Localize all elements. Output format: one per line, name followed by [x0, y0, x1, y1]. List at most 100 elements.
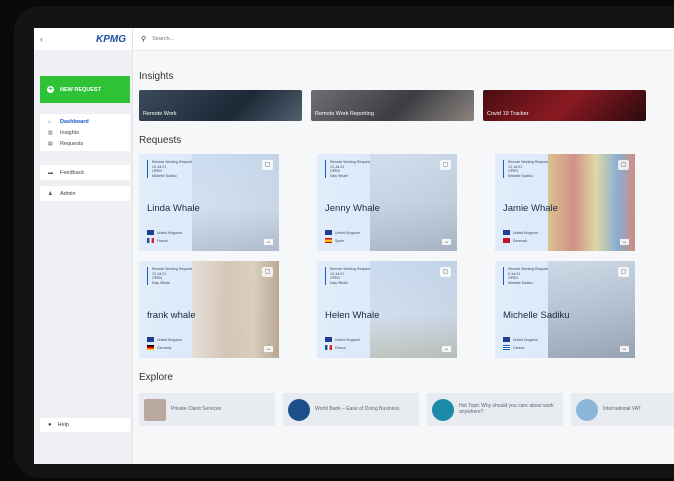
request-name: Jamie Whale [503, 203, 558, 214]
request-card[interactable]: Remote Working Request 13 Jul 21 OPEN Mi… [139, 154, 279, 251]
sidebar-item-label: Insights [60, 129, 79, 136]
destination-label: Greece [513, 345, 525, 350]
request-owner: Katy Whale [152, 280, 170, 285]
sidebar-item-label: Admin [60, 190, 76, 197]
main-nav: ⌂ Dashboard ▥ Insights ▤ Requests [40, 114, 130, 151]
request-name: Linda Whale [147, 203, 200, 214]
request-meta: Remote Working Request 13 Jul 21 OPEN Mi… [503, 160, 548, 179]
origin-country: United Kingdom [147, 230, 182, 235]
globe-icon [288, 398, 310, 421]
origin-label: United Kingdom [513, 230, 538, 235]
sidebar-item-label: Feedback [60, 169, 85, 176]
destination-country: France [147, 238, 168, 243]
request-name: Helen Whale [325, 310, 380, 321]
search-input[interactable] [150, 35, 355, 43]
uk-flag-icon [325, 337, 332, 342]
request-card[interactable]: Remote Working Request 13 Jul 21 OPEN Ka… [317, 154, 457, 251]
request-meta: Remote Working Request 8 Jul 21 OPEN Mic… [503, 267, 548, 286]
chat-icon[interactable]: ▢ [440, 160, 451, 170]
destination-label: Spain [335, 238, 344, 243]
origin-country: United Kingdom [503, 230, 538, 235]
explore-item[interactable]: Hot Topic Why should you care about work… [427, 393, 563, 426]
chat-icon[interactable]: ▢ [618, 267, 629, 277]
chat-icon[interactable]: ▢ [618, 160, 629, 170]
chat-icon[interactable]: ▢ [440, 267, 451, 277]
sidebar-item-insights[interactable]: ▥ Insights [40, 127, 130, 138]
france-flag-icon [147, 238, 154, 243]
plus-icon: + [47, 86, 54, 93]
explore-item-label: International VAT [603, 405, 641, 412]
request-owner: Michelle Sadiku [508, 280, 533, 285]
request-name: frank whale [147, 310, 196, 321]
feedback-nav: ▬ Feedback [40, 165, 130, 180]
status-tag: ••• [263, 239, 273, 245]
sidebar-item-feedback[interactable]: ▬ Feedback [40, 167, 130, 178]
uk-flag-icon [503, 230, 510, 235]
insight-card-covid-tracker[interactable]: Covid 19 Tracker [483, 90, 646, 121]
status-tag: ••• [619, 346, 629, 352]
private-client-image [144, 398, 166, 421]
origin-label: United Kingdom [157, 230, 182, 235]
explore-item[interactable]: Private Client Services [139, 393, 275, 426]
sidebar-item-requests[interactable]: ▤ Requests [40, 138, 130, 149]
uk-flag-icon [503, 337, 510, 342]
destination-label: Germany [157, 345, 172, 350]
explore-item[interactable]: World Bank – Ease of Doing Business [283, 393, 419, 426]
origin-country: United Kingdom [503, 337, 538, 342]
request-card[interactable]: Remote Working Request 13 Jul 21 OPEN Ka… [139, 261, 279, 358]
uk-flag-icon [325, 230, 332, 235]
greece-flag-icon [503, 345, 510, 350]
sidebar-item-admin[interactable]: ♟ Admin [40, 188, 130, 199]
request-card[interactable]: Remote Working Request 13 Jul 21 OPEN Mi… [495, 154, 635, 251]
help-button[interactable]: ● Help [40, 418, 130, 432]
explore-item-label: Hot Topic Why should you care about work… [459, 402, 554, 415]
explore-item-label: Private Client Services [171, 405, 222, 412]
uk-flag-icon [147, 230, 154, 235]
kpmg-logo: KPMG [96, 33, 126, 45]
insight-card-label: Remote Work Reporting [315, 111, 374, 117]
app-screen: ‹ KPMG + NEW REQUEST ⌂ Dashboard ▥ Insig… [34, 28, 674, 464]
explore-item[interactable]: International VAT [571, 393, 674, 426]
status-tag: ••• [441, 346, 451, 352]
insight-card-label: Covid 19 Tracker [487, 111, 529, 117]
insights-heading: Insights [139, 71, 174, 82]
top-bar: ⚲ [133, 28, 674, 51]
request-name: Michelle Sadiku [503, 310, 570, 321]
explore-item-label: World Bank – Ease of Doing Business [315, 405, 400, 412]
insight-card-label: Remote Work [143, 111, 177, 117]
sidebar-item-dashboard[interactable]: ⌂ Dashboard [40, 116, 130, 127]
request-owner: Katy Whale [330, 280, 348, 285]
status-tag: ••• [263, 346, 273, 352]
destination-country: Germany [147, 345, 171, 350]
request-meta: Remote Working Request 13 Jul 21 OPEN Ka… [325, 267, 371, 286]
insight-card-remote-work[interactable]: Remote Work [139, 90, 302, 121]
explore-heading: Explore [139, 372, 173, 383]
request-type: Remote Working Request [330, 160, 371, 164]
insight-card-remote-work-reporting[interactable]: Remote Work Reporting [311, 90, 474, 121]
new-request-button[interactable]: + NEW REQUEST [40, 76, 130, 103]
collapse-sidebar-button[interactable]: ‹ [40, 34, 43, 44]
sidebar-item-label: Requests [60, 140, 84, 147]
destination-label: France [157, 238, 168, 243]
comment-icon: ▬ [48, 169, 53, 176]
request-card[interactable]: Remote Working Request 13 Jul 21 OPEN Ka… [317, 261, 457, 358]
status-tag: ••• [619, 239, 629, 245]
request-type: Remote Working Request [152, 267, 193, 271]
sidebar-item-label: Dashboard [60, 118, 89, 125]
uk-flag-icon [147, 337, 154, 342]
destination-country: Greece [503, 345, 524, 350]
chat-icon[interactable]: ▢ [262, 160, 273, 170]
sidebar-header: ‹ KPMG [34, 28, 132, 50]
origin-country: United Kingdom [325, 230, 360, 235]
help-icon: ● [48, 422, 52, 428]
request-card[interactable]: Remote Working Request 8 Jul 21 OPEN Mic… [495, 261, 635, 358]
request-type: Remote Working Request [152, 160, 193, 164]
request-owner: Michelle Sadiku [152, 173, 177, 178]
chat-icon[interactable]: ▢ [262, 267, 273, 277]
home-icon: ⌂ [48, 118, 52, 125]
request-type: Remote Working Request [330, 267, 371, 271]
lightbulb-icon [432, 398, 454, 421]
origin-label: United Kingdom [513, 337, 538, 342]
origin-label: United Kingdom [335, 337, 360, 342]
origin-country: United Kingdom [147, 337, 182, 342]
